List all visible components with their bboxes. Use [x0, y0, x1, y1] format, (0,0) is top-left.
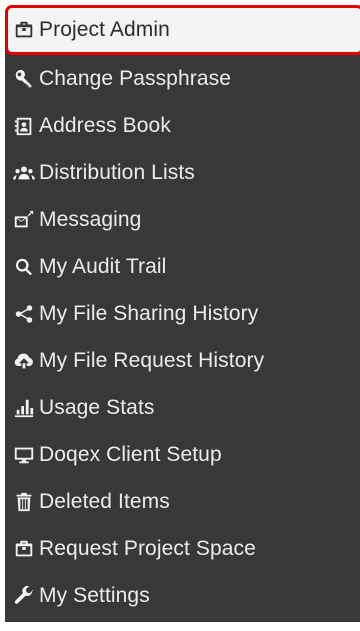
- menu-item-label: My File Sharing History: [39, 301, 259, 325]
- menu-item-label: My File Request History: [39, 348, 265, 372]
- briefcase-icon: [5, 525, 39, 572]
- briefcase-icon: [8, 8, 39, 52]
- menu-item-messaging[interactable]: Messaging: [5, 196, 360, 243]
- menu-item-label: Distribution Lists: [39, 160, 195, 184]
- address-book-icon: [5, 102, 39, 149]
- key-icon: [5, 55, 39, 102]
- menu-item-label: Request Project Space: [39, 536, 256, 560]
- envelope-icon: [5, 196, 39, 243]
- menu-item-address-book[interactable]: Address Book: [5, 102, 360, 149]
- menu-item-my-audit-trail[interactable]: My Audit Trail: [5, 243, 360, 290]
- menu-item-label: Address Book: [39, 113, 171, 137]
- menu-item-request-project-space[interactable]: Request Project Space: [5, 525, 360, 572]
- menu-item-label: Project Admin: [39, 18, 170, 41]
- wrench-icon: [5, 572, 39, 619]
- search-icon: [5, 243, 39, 290]
- menu-item-label: My Settings: [39, 583, 150, 607]
- menu-item-my-settings[interactable]: My Settings: [5, 572, 360, 619]
- bar-chart-icon: [5, 384, 39, 431]
- menu-item-label: Deleted Items: [39, 489, 170, 513]
- menu-item-change-passphrase[interactable]: Change Passphrase: [5, 55, 360, 102]
- users-icon: [5, 149, 39, 196]
- account-menu: Project Admin Change Passphrase Address …: [5, 5, 360, 622]
- monitor-icon: [5, 431, 39, 478]
- cloud-upload-icon: [5, 337, 39, 384]
- menu-item-label: Doqex Client Setup: [39, 442, 222, 466]
- menu-item-project-admin[interactable]: Project Admin: [5, 5, 360, 55]
- menu-item-label: Messaging: [39, 207, 142, 231]
- menu-item-label: Change Passphrase: [39, 66, 231, 90]
- menu-item-distribution-lists[interactable]: Distribution Lists: [5, 149, 360, 196]
- menu-item-usage-stats[interactable]: Usage Stats: [5, 384, 360, 431]
- menu-item-doqex-client-setup[interactable]: Doqex Client Setup: [5, 431, 360, 478]
- menu-item-label: My Audit Trail: [39, 254, 167, 278]
- trash-icon: [5, 478, 39, 525]
- menu-item-deleted-items[interactable]: Deleted Items: [5, 478, 360, 525]
- menu-item-my-file-request-history[interactable]: My File Request History: [5, 337, 360, 384]
- menu-item-my-file-sharing-history[interactable]: My File Sharing History: [5, 290, 360, 337]
- menu-item-label: Usage Stats: [39, 395, 155, 419]
- share-icon: [5, 290, 39, 337]
